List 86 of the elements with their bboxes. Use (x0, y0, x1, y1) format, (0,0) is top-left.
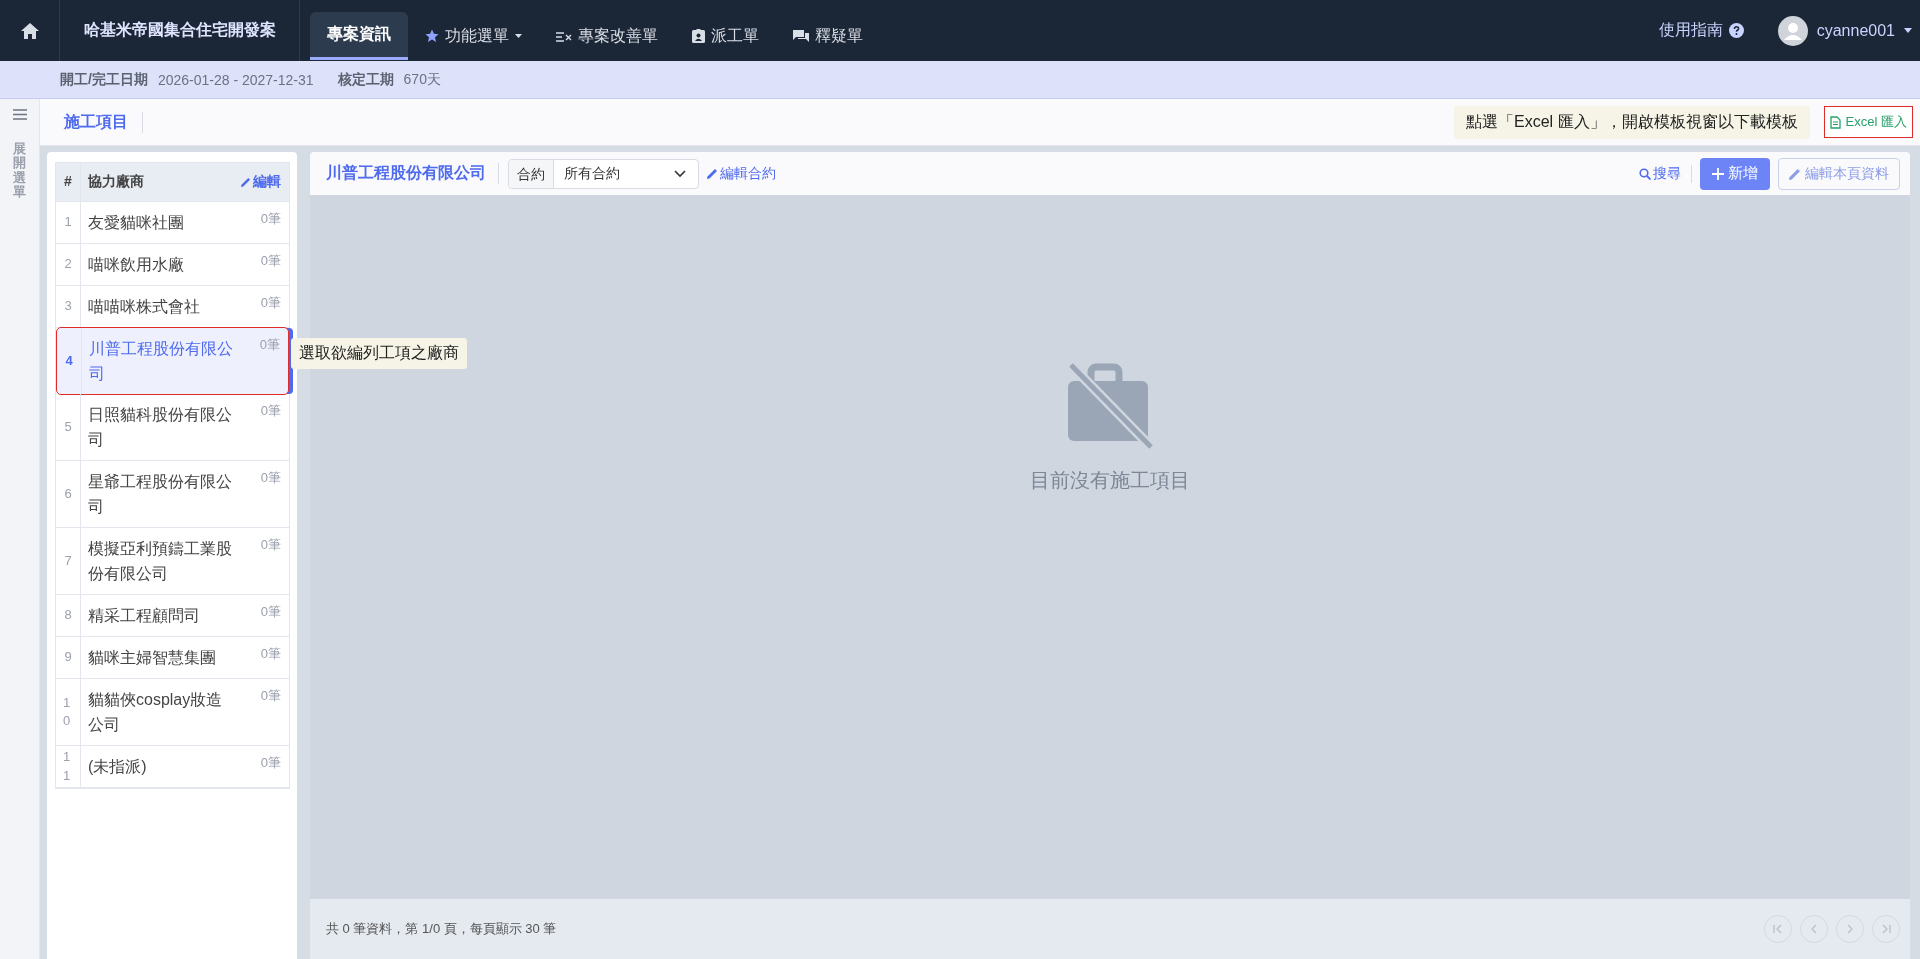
vendor-row[interactable]: 10 貓貓俠cosplay妝造公司 0筆 (56, 679, 289, 746)
vendor-row[interactable]: 11 (未指派) 0筆 (56, 746, 289, 788)
row-number: 7 (56, 528, 81, 594)
vendor-row[interactable]: 5 日照貓科股份有限公司 0筆 (56, 394, 289, 461)
help-icon (1728, 23, 1744, 38)
row-number: 6 (56, 461, 81, 527)
vendor-row[interactable]: 7 模擬亞利預鑄工業股份有限公司 0筆 (56, 528, 289, 595)
empty-message: 目前沒有施工項目 (1030, 468, 1190, 493)
vendor-row[interactable]: 9 貓咪主婦智慧集團 0筆 (56, 637, 289, 679)
id-badge-icon (692, 29, 705, 43)
pencil-icon (707, 168, 718, 179)
vendor-name: 模擬亞利預鑄工業股份有限公司 (88, 539, 233, 584)
vendor-row[interactable]: 1 友愛貓咪社團 0筆 (56, 202, 289, 244)
row-number: 11 (56, 746, 81, 787)
row-number: 4 (57, 328, 82, 394)
column-header: 協力廠商 (88, 173, 144, 191)
nav-tab[interactable]: 派工單 (675, 12, 776, 60)
search-button[interactable]: 搜尋 (1639, 164, 1692, 183)
row-number: 10 (56, 679, 81, 745)
chevron-icon (674, 169, 686, 178)
chat-icon (793, 29, 809, 43)
pencil-icon (1789, 167, 1801, 180)
vendor-name: 貓貓俠cosplay妝造公司 (88, 690, 224, 735)
item-count: 0筆 (260, 645, 281, 663)
vendor-name: 川普工程股份有限公司 (89, 339, 234, 384)
row-number: 8 (56, 595, 81, 636)
vendor-name: 日照貓科股份有限公司 (88, 405, 233, 450)
excel-import-button[interactable]: Excel 匯入 (1823, 106, 1913, 138)
tooltip: 選取欲編列工項之廠商 (291, 338, 467, 369)
column-header: # (56, 163, 81, 201)
item-count: 0筆 (260, 294, 281, 312)
edit-link[interactable]: 編輯 (241, 173, 281, 191)
star-icon (425, 29, 439, 43)
item-count: 0筆 (260, 469, 281, 487)
edit-contract-link[interactable]: 編輯合約 (707, 164, 776, 183)
item-count: 0筆 (260, 603, 281, 621)
vendor-row[interactable]: 6 星爺工程股份有限公司 0筆 (56, 461, 289, 528)
item-count: 0筆 (260, 252, 281, 270)
last-page-icon (1881, 924, 1891, 934)
pencil-icon (241, 177, 251, 187)
menu-icon[interactable] (12, 109, 27, 120)
contract-select[interactable]: 合約 所有合約 (508, 158, 699, 189)
item-count: 0筆 (260, 754, 281, 772)
row-number: 5 (56, 394, 81, 460)
document-icon (1829, 115, 1841, 129)
nav-tab[interactable]: 專案資訊 (310, 12, 408, 60)
item-count: 0筆 (260, 210, 281, 228)
chevron-right-icon (1845, 924, 1855, 934)
user-guide-link[interactable]: 使用指南 (1658, 20, 1744, 41)
vendor-title: 川普工程股份有限公司 (326, 163, 499, 184)
item-count: 0筆 (260, 402, 281, 420)
vendor-name: 喵咪飲用水廠 (88, 255, 185, 275)
field-label: 核定工期 (337, 70, 394, 89)
vendor-name: 精采工程顧問司 (88, 606, 201, 626)
list-icon (556, 30, 572, 42)
item-count: 0筆 (260, 536, 281, 554)
vendor-name: 星爺工程股份有限公司 (88, 472, 233, 517)
search-icon (1639, 167, 1651, 180)
vendor-name: (未指派) (88, 757, 148, 777)
field-value: 2026-01-28 - 2027-12-31 (157, 71, 314, 88)
nav-tab[interactable]: 功能選單 (408, 12, 539, 60)
avatar-icon (1777, 15, 1808, 46)
nav-tab[interactable]: 釋疑單 (776, 12, 880, 60)
vendor-name: 友愛貓咪社團 (88, 213, 185, 233)
nav-tab[interactable]: 專案改善單 (539, 12, 675, 60)
user-menu[interactable]: cyanne001 (1777, 15, 1912, 46)
chevron-left-icon (1809, 924, 1819, 934)
row-number: 2 (56, 244, 81, 285)
item-count: 0筆 (260, 687, 281, 705)
item-count: 0筆 (259, 336, 280, 354)
vendor-row[interactable]: 2 喵咪飲用水廠 0筆 (56, 244, 289, 286)
page-title: 施工項目 (64, 111, 143, 133)
caret-icon (1904, 28, 1912, 33)
field-label: 開工/完工日期 (60, 70, 148, 89)
vendor-name: 貓咪主婦智慧集團 (88, 648, 217, 668)
row-number: 9 (56, 637, 81, 678)
vendor-name: 喵喵咪株式會社 (88, 297, 201, 317)
tooltip: 點選「Excel 匯入」，開啟模板視窗以下載模板 (1454, 105, 1810, 139)
no-briefcase-icon (1067, 363, 1153, 449)
vendor-row[interactable]: 8 精采工程顧問司 0筆 (56, 595, 289, 637)
row-number: 1 (56, 202, 81, 243)
field-value: 670天 (403, 70, 441, 89)
first-page-icon (1773, 924, 1783, 934)
pagination-summary: 共 0 筆資料，第 1/0 頁，每頁顯示 30 筆 (326, 920, 557, 938)
plus-icon (1712, 167, 1724, 180)
home-icon (19, 21, 40, 40)
